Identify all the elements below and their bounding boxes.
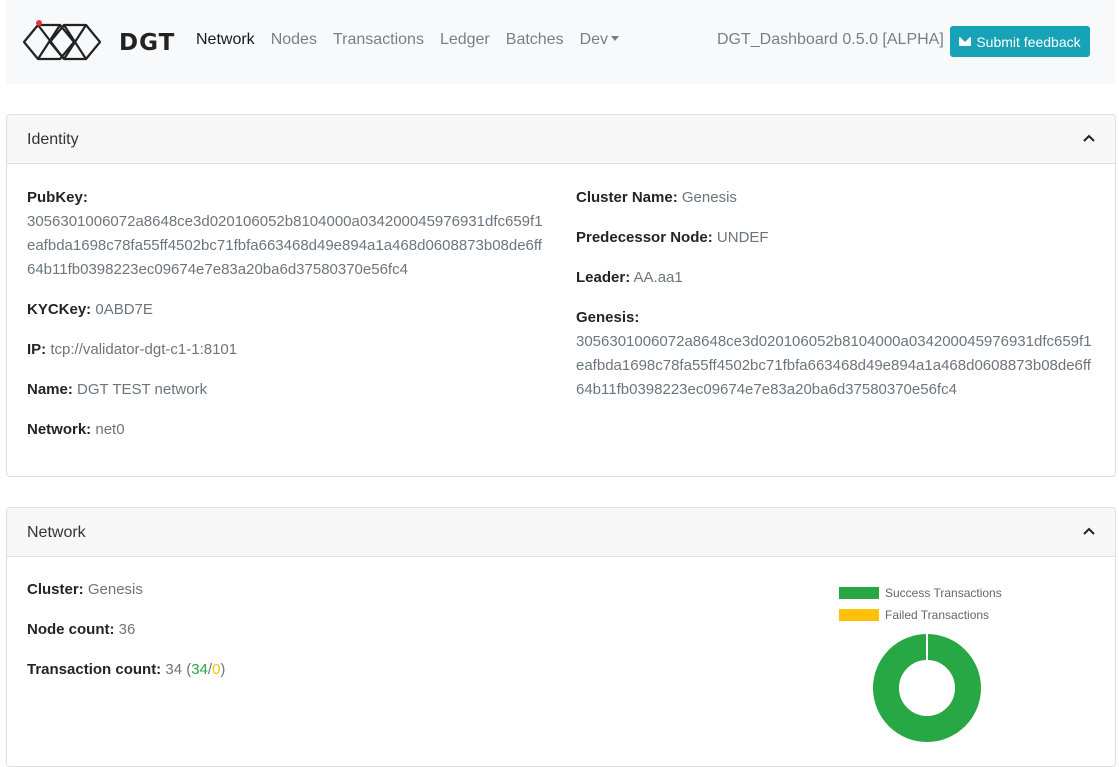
- submit-feedback-button[interactable]: Submit feedback: [950, 26, 1090, 57]
- legend-swatch-failed: [839, 609, 879, 621]
- kyckey-value: 0ABD7E: [95, 301, 153, 318]
- identity-card: Identity PubKey: 3056301006072a8648ce3d0…: [6, 114, 1116, 477]
- transactions-donut-chart: [873, 634, 981, 742]
- dgt-logo-icon: [22, 20, 102, 61]
- chevron-up-icon[interactable]: [1083, 134, 1095, 142]
- network-value: net0: [95, 421, 125, 438]
- name-value: DGT TEST network: [77, 381, 208, 398]
- predecessor-field: Predecessor Node: UNDEF: [576, 226, 769, 250]
- nav-ledger[interactable]: Ledger: [440, 31, 490, 49]
- network-card: Network Cluster: Genesis Node count: 36 …: [6, 507, 1116, 767]
- predecessor-label: Predecessor Node:: [576, 229, 713, 246]
- legend-success[interactable]: Success Transactions: [839, 586, 1002, 600]
- pubkey-value: 3056301006072a8648ce3d020106052b8104000a…: [27, 213, 543, 278]
- nav-dev-dropdown[interactable]: Dev: [579, 31, 620, 49]
- nav-network[interactable]: Network: [196, 31, 255, 49]
- network-field: Network: net0: [27, 418, 125, 442]
- cluster-value: Genesis: [87, 581, 143, 598]
- node-count-label: Node count:: [27, 621, 115, 638]
- kyckey-label: KYCKey:: [27, 301, 92, 318]
- genesis-label: Genesis:: [576, 309, 640, 326]
- tx-count-label: Transaction count:: [27, 661, 162, 678]
- network-card-header[interactable]: Network: [7, 508, 1115, 557]
- submit-feedback-label: Submit feedback: [976, 33, 1081, 50]
- pubkey-label: PubKey:: [27, 189, 88, 206]
- tx-success-value: 34: [191, 661, 208, 678]
- name-label: Name:: [27, 381, 73, 398]
- navbar: DGT Network Nodes Transactions Ledger Ba…: [6, 0, 1115, 84]
- leader-label: Leader:: [576, 269, 631, 286]
- kyckey-field: KYCKey: 0ABD7E: [27, 298, 153, 322]
- identity-card-header[interactable]: Identity: [7, 115, 1115, 164]
- brand-name: DGT: [119, 30, 176, 56]
- tx-count-field: Transaction count: 34 (34/0): [27, 658, 225, 682]
- predecessor-value: UNDEF: [716, 229, 769, 246]
- genesis-field: Genesis: 3056301006072a8648ce3d020106052…: [576, 306, 1096, 402]
- identity-title: Identity: [27, 131, 79, 148]
- tx-close-paren: ): [220, 661, 226, 678]
- nav-dev-label: Dev: [579, 31, 609, 48]
- legend-label-success: Success Transactions: [885, 586, 1002, 600]
- chevron-up-icon[interactable]: [1083, 527, 1095, 535]
- pubkey-field: PubKey: 3056301006072a8648ce3d020106052b…: [27, 186, 547, 282]
- network-title: Network: [27, 524, 86, 541]
- network-label: Network:: [27, 421, 92, 438]
- nav-nodes[interactable]: Nodes: [271, 31, 317, 49]
- nav-batches[interactable]: Batches: [506, 31, 564, 49]
- legend-swatch-success: [839, 587, 879, 599]
- genesis-value: 3056301006072a8648ce3d020106052b8104000a…: [576, 333, 1092, 398]
- caret-down-icon: [611, 36, 620, 41]
- envelope-icon: [959, 37, 972, 46]
- nav-transactions[interactable]: Transactions: [333, 31, 424, 49]
- ip-value: tcp://validator-dgt-c1-1:8101: [50, 341, 238, 358]
- cluster-name-field: Cluster Name: Genesis: [576, 186, 737, 210]
- legend-label-failed: Failed Transactions: [885, 608, 990, 622]
- name-field: Name: DGT TEST network: [27, 378, 207, 402]
- cluster-name-value: Genesis: [681, 189, 737, 206]
- leader-value: AA.aa1: [633, 269, 683, 286]
- ip-field: IP: tcp://validator-dgt-c1-1:8101: [27, 338, 237, 362]
- node-count-field: Node count: 36: [27, 618, 135, 642]
- node-count-value: 36: [118, 621, 136, 638]
- legend-failed[interactable]: Failed Transactions: [839, 608, 989, 622]
- cluster-name-label: Cluster Name:: [576, 189, 678, 206]
- cluster-label: Cluster:: [27, 581, 84, 598]
- ip-label: IP:: [27, 341, 47, 358]
- tx-total-value: 34: [165, 661, 183, 678]
- brand-logo[interactable]: DGT: [22, 19, 176, 65]
- cluster-field: Cluster: Genesis: [27, 578, 143, 602]
- nav-links: Network Nodes Transactions Ledger Batche…: [196, 31, 635, 49]
- app-version: DGT_Dashboard 0.5.0 [ALPHA]: [717, 31, 944, 48]
- donut-slice-success[interactable]: [873, 634, 981, 742]
- leader-field: Leader: AA.aa1: [576, 266, 683, 290]
